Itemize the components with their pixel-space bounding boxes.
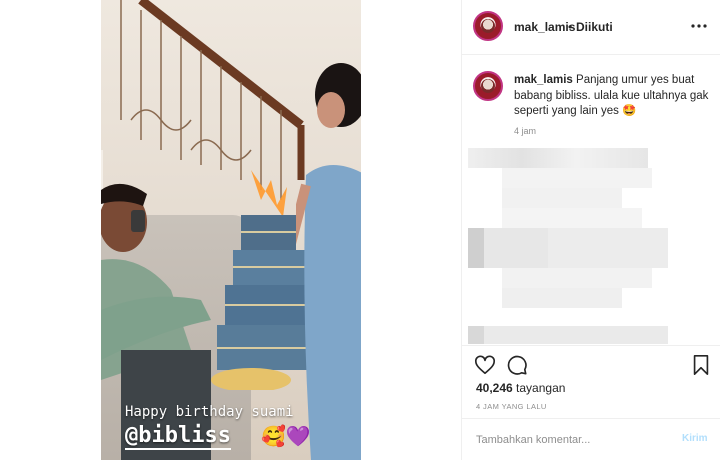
add-comment-bar: Kirim	[462, 418, 720, 460]
blurred-comment	[468, 228, 668, 268]
post-header: mak_lamis • Diikuti	[462, 0, 720, 55]
post-panel: mak_lamis • Diikuti mak_lamis Panjang um…	[461, 0, 720, 460]
avatar[interactable]	[473, 11, 503, 41]
view-count-label: tayangan	[516, 381, 566, 395]
comment-bubble-icon[interactable]	[506, 354, 528, 376]
media-area: Happy birthday suami @bibliss 🥰💜	[0, 0, 461, 460]
blurred-comment	[468, 148, 648, 168]
caption-username[interactable]: mak_lamis	[514, 74, 573, 86]
caption-time: 4 jam	[514, 126, 537, 136]
woman-illustration	[296, 63, 361, 460]
comments-section: mak_lamis Panjang umur yes buat babang b…	[462, 56, 720, 344]
post-video[interactable]: Happy birthday suami @bibliss 🥰💜	[101, 0, 361, 460]
follow-status[interactable]: Diikuti	[576, 20, 613, 34]
caption-avatar[interactable]	[473, 71, 503, 101]
header-separator: •	[568, 20, 573, 34]
story-emoji: 🥰💜	[261, 426, 311, 448]
more-options-icon[interactable]	[689, 16, 709, 36]
post-comment-button[interactable]: Kirim	[682, 433, 708, 444]
view-count[interactable]: 40,246 tayangan	[476, 381, 565, 395]
blurred-comment	[502, 188, 622, 208]
view-count-number: 40,246	[476, 381, 513, 395]
avatar-photo	[481, 19, 495, 33]
blurred-comment	[502, 288, 622, 308]
blurred-comment	[468, 326, 668, 344]
post-timestamp[interactable]: 4 JAM YANG LALU	[476, 402, 547, 411]
story-caption-line1: Happy birthday suami	[125, 404, 294, 420]
bookmark-icon[interactable]	[690, 354, 712, 376]
post-caption: mak_lamis Panjang umur yes buat babang b…	[514, 73, 710, 120]
comment-input[interactable]	[476, 431, 666, 449]
blurred-comment	[502, 208, 642, 228]
story-mention: @bibliss	[125, 423, 231, 450]
blurred-comment	[502, 168, 652, 188]
avatar-photo	[481, 79, 495, 93]
heart-icon[interactable]	[474, 354, 496, 376]
header-username[interactable]: mak_lamis	[514, 20, 575, 34]
blurred-comment	[502, 268, 652, 288]
post-actions: 40,246 tayangan 4 JAM YANG LALU Kirim	[462, 345, 720, 460]
